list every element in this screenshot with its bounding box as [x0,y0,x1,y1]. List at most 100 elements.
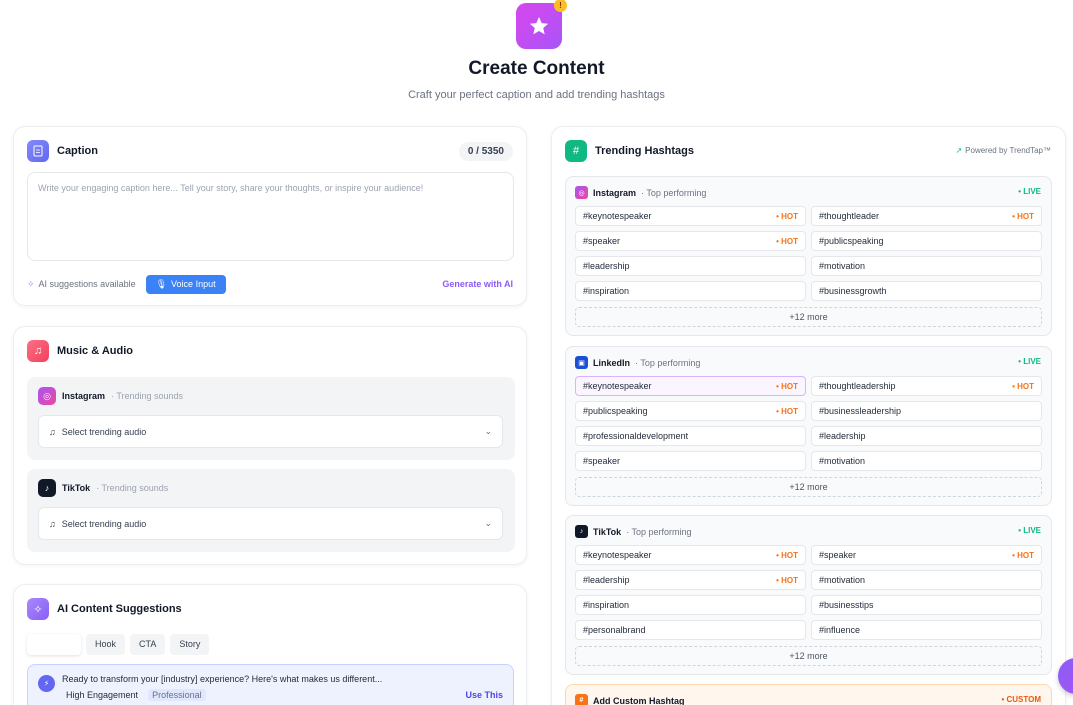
ai-content-card: ✧ AI Content Suggestions Hook CTA Story … [13,584,527,705]
linkedin-hashtags-panel: ▣ LinkedIn · Top performing • LIVE #keyn… [565,346,1052,506]
platform-name: Instagram [62,391,106,401]
character-counter: 0 / 5350 [458,142,513,161]
hashtag-chip[interactable]: #thoughtleader • HOT [811,206,1042,226]
instagram-icon: ◎ [38,387,56,405]
hashtag-chip[interactable]: #speaker [575,451,806,471]
hashtag-chip[interactable]: #publicspeaking [811,231,1042,251]
sparkle-icon: ✧ [27,598,49,620]
instagram-sound-panel: ◎ Instagram · Trending sounds ♫ Select t… [27,377,515,460]
hashtag-text: #influence [819,625,861,635]
tab-all[interactable] [27,634,81,655]
hashtag-chip[interactable]: #leadership • HOT [575,570,806,590]
hashtag-icon: # [575,694,588,705]
hashtag-chip[interactable]: #businessleadership [811,401,1042,421]
platform-tag: · Trending sounds [96,483,169,493]
hashtag-text: #leadership [583,575,630,585]
live-badge: • LIVE [1018,357,1041,366]
generate-with-ai-button[interactable]: Generate with AI [442,279,513,289]
tiktok-audio-select[interactable]: ♫ Select trending audio ⌄ [38,507,503,540]
hashtag-chip[interactable]: #professionaldevelopment [575,426,806,446]
chevron-down-icon: ⌄ [484,426,492,436]
ai-suggestions-label: AI suggestions available [38,279,136,289]
trending-title: Trending Hashtags [595,145,695,157]
more-hashtags-button[interactable]: +12 more [575,477,1042,497]
tab-story[interactable]: Story [170,634,210,655]
hashtag-text: #publicspeaking [583,406,648,416]
custom-title: Add Custom Hashtag [593,695,685,705]
hashtag-text: #businessleadership [819,406,902,416]
instagram-audio-select[interactable]: ♫ Select trending audio ⌄ [38,415,503,448]
more-hashtags-button[interactable]: +12 more [575,646,1042,666]
music-title: Music & Audio [57,345,133,357]
hashtag-text: #keynotespeaker [583,550,652,560]
caption-card: Caption 0 / 5350 Write your engaging cap… [13,126,527,306]
platform-sub: · Top performing [635,357,701,368]
platform-sub: · Top performing [641,187,707,198]
instagram-icon: ◎ [575,186,588,199]
hot-badge: • HOT [776,211,798,221]
voice-input-label: Voice Input [171,279,216,289]
hot-badge: • HOT [1012,381,1034,391]
hashtag-chip[interactable]: #businesstips [811,595,1042,615]
document-icon [27,140,49,162]
ai-suggestion-item: ⚡ Ready to transform your [industry] exp… [27,664,514,705]
hashtag-text: #speaker [583,236,621,246]
tab-hook[interactable]: Hook [86,634,126,655]
hashtag-chip[interactable]: #thoughtleadership • HOT [811,376,1042,396]
hashtag-chip[interactable]: #leadership [811,426,1042,446]
hashtag-chip[interactable]: #inspiration [575,595,806,615]
custom-badge: • CUSTOM [1001,695,1041,704]
engagement-tag: High Engagement [66,690,139,700]
hashtag-text: #inspiration [583,600,630,610]
hashtag-chip[interactable]: #motivation [811,256,1042,276]
hashtag-text: #leadership [583,261,630,271]
hashtag-text: #publicspeaking [819,236,884,246]
hashtag-text: #speaker [819,550,857,560]
hot-badge: • HOT [776,406,798,416]
voice-input-button[interactable]: 🎙 Voice Input [145,274,226,294]
tiktok-hashtags-panel: ♪ TikTok · Top performing • LIVE #keynot… [565,515,1052,675]
tone-tag: Professional [148,689,206,701]
hashtag-chip[interactable]: #keynotespeaker • HOT [575,376,806,396]
hashtag-chip[interactable]: #motivation [811,570,1042,590]
use-this-button[interactable]: Use This [465,690,503,700]
hashtag-chip[interactable]: #keynotespeaker • HOT [575,206,806,226]
caption-textarea[interactable]: Write your engaging caption here... Tell… [27,172,514,261]
live-badge: • LIVE [1018,187,1041,196]
hot-badge: • HOT [776,381,798,391]
hashtag-text: #motivation [819,456,866,466]
add-custom-hashtag-panel[interactable]: # Add Custom Hashtag • CUSTOM [565,684,1052,705]
page-subtitle: Craft your perfect caption and add trend… [408,89,665,101]
ai-suggestions-status: ✧ AI suggestions available [27,279,136,290]
caption-title: Caption [57,145,98,157]
platform-name: TikTok [593,526,622,537]
hashtag-chip[interactable]: #keynotespeaker • HOT [575,545,806,565]
hashtag-chip[interactable]: #personalbrand [575,620,806,640]
hot-badge: • HOT [776,236,798,246]
hot-badge: • HOT [1012,211,1034,221]
hashtag-chip[interactable]: #leadership [575,256,806,276]
hashtag-text: #motivation [819,261,866,271]
ai-content-title: AI Content Suggestions [57,603,182,615]
more-hashtags-button[interactable]: +12 more [575,307,1042,327]
hashtag-chip[interactable]: #influence [811,620,1042,640]
hashtag-chip[interactable]: #speaker • HOT [811,545,1042,565]
tab-cta[interactable]: CTA [130,634,166,655]
hashtag-chip[interactable]: #businessgrowth [811,281,1042,301]
hashtag-chip[interactable]: #inspiration [575,281,806,301]
hashtag-chip[interactable]: #motivation [811,451,1042,471]
hashtag-text: #inspiration [583,286,630,296]
platform-name: LinkedIn [593,357,631,368]
hashtag-chip[interactable]: #speaker • HOT [575,231,806,251]
hashtag-text: #thoughtleader [819,211,880,221]
hashtag-chip[interactable]: #publicspeaking • HOT [575,401,806,421]
create-content-star-icon: ! [516,0,567,49]
page-title: Create Content [468,58,605,79]
ai-content-tabs: Hook CTA Story [27,634,210,655]
platform-tag: · Trending sounds [111,391,184,401]
hashtag-text: #speaker [583,456,621,466]
trending-hashtags-card: # Trending Hashtags ↗ Powered by TrendTa… [551,126,1066,705]
hashtag-icon: # [565,140,587,162]
chevron-down-icon: ⌄ [484,518,492,528]
hot-badge: • HOT [776,550,798,560]
